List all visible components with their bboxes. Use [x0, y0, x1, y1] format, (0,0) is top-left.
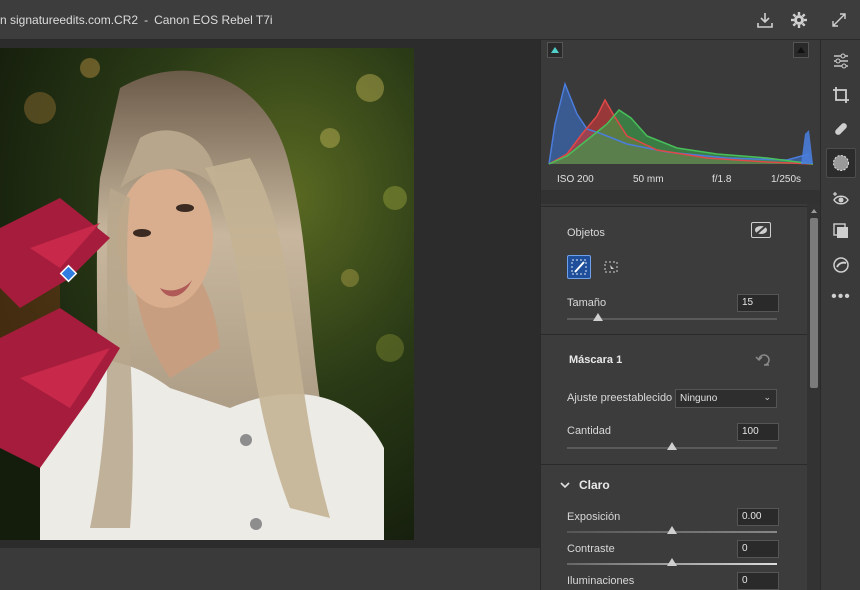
amount-input[interactable]: 100: [737, 423, 779, 441]
scroll-thumb[interactable]: [810, 218, 818, 388]
crop-icon[interactable]: [826, 80, 856, 110]
masking-icon[interactable]: [826, 148, 856, 178]
expand-icon[interactable]: [828, 9, 850, 31]
invert-mask-icon[interactable]: [751, 222, 771, 238]
gear-icon[interactable]: [788, 9, 810, 31]
canvas-footer: [0, 548, 540, 590]
reset-icon[interactable]: [755, 351, 773, 367]
amount-label: Cantidad: [567, 425, 612, 437]
contrast-slider-thumb[interactable]: [667, 558, 677, 566]
snapshots-icon[interactable]: [826, 216, 856, 246]
preset-select[interactable]: Ninguno ⌄: [675, 389, 777, 408]
shadow-clip-icon[interactable]: [547, 42, 563, 58]
presets-icon[interactable]: [826, 250, 856, 280]
light-title[interactable]: Claro: [579, 478, 610, 492]
contrast-input[interactable]: 0: [737, 540, 779, 558]
scroll-up-icon[interactable]: [810, 206, 818, 218]
camera-model: Canon EOS Rebel T7i: [154, 13, 273, 27]
exposure-input[interactable]: 0.00: [737, 508, 779, 526]
objects-label: Objetos: [567, 227, 605, 239]
brush-select-icon[interactable]: [567, 255, 591, 279]
highlight-clip-icon[interactable]: [793, 42, 809, 58]
histogram: ISO 200 50 mm f/1.8 1/250s: [541, 40, 821, 190]
highlights-input[interactable]: 0: [737, 572, 779, 590]
highlights-label: Iluminaciones: [567, 575, 635, 587]
window-title: n signatureedits.com.CR2- Canon EOS Rebel…: [0, 13, 273, 27]
red-eye-icon[interactable]: [826, 184, 856, 214]
image-canvas[interactable]: [0, 40, 540, 590]
preset-value: Ninguno: [680, 393, 718, 404]
tool-strip: •••: [820, 40, 860, 590]
exif-iso: ISO 200: [557, 174, 594, 185]
size-label: Tamaño: [567, 297, 607, 309]
mask-section: Máscara 1 Ajuste preestablecido Ninguno …: [541, 334, 807, 464]
size-slider-thumb[interactable]: [593, 313, 603, 321]
export-icon[interactable]: [754, 9, 776, 31]
light-section: Claro Exposición 0.00 Contraste 0 Ilumin…: [541, 464, 807, 590]
rect-select-icon[interactable]: [603, 259, 619, 275]
histogram-graph: [547, 44, 815, 166]
exposure-slider-thumb[interactable]: [667, 526, 677, 534]
title-bar: n signatureedits.com.CR2- Canon EOS Rebel…: [0, 0, 860, 40]
exif-shutter: 1/250s: [771, 174, 802, 185]
mask-title: Máscara 1: [569, 354, 623, 366]
objects-section: Objetos Tamaño 15: [541, 206, 807, 334]
collapse-light-icon[interactable]: [559, 479, 571, 491]
exposure-label: Exposición: [567, 511, 621, 523]
healing-icon[interactable]: [826, 114, 856, 144]
adjustments-icon[interactable]: [826, 46, 856, 76]
exif-focal-length: 50 mm: [633, 174, 664, 185]
edit-panel: ISO 200 50 mm f/1.8 1/250s Objetos Tamañ…: [540, 40, 821, 590]
panel-divider: [541, 190, 821, 204]
file-name: n signatureedits.com.CR2: [0, 13, 139, 27]
size-input[interactable]: 15: [737, 294, 779, 312]
photo-preview[interactable]: [0, 48, 414, 540]
title-separator: -: [144, 13, 149, 27]
contrast-label: Contraste: [567, 543, 615, 555]
more-icon[interactable]: •••: [826, 282, 856, 312]
panel-scrollbar[interactable]: [807, 204, 821, 590]
amount-slider-thumb[interactable]: [667, 442, 677, 450]
exif-aperture: f/1.8: [712, 174, 732, 185]
chevron-down-icon: ⌄: [763, 392, 771, 402]
preset-label: Ajuste preestablecido: [567, 392, 673, 404]
